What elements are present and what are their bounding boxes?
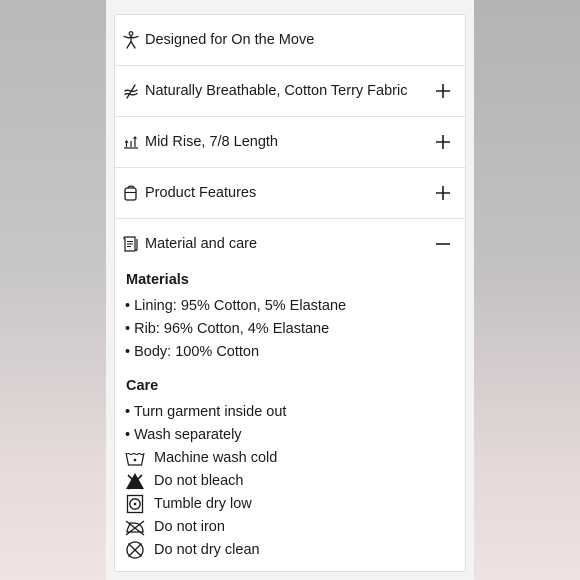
care-label-icon [123, 236, 138, 252]
rise-length-icon [124, 136, 138, 149]
accordion-item-label: Product Features [145, 185, 257, 201]
list-item: • Lining: 95% Cotton, 5% Elastane [125, 298, 347, 314]
list-item: • Turn garment inside out [125, 404, 287, 420]
list-item: • Body: 100% Cotton [125, 344, 260, 360]
care-heading: Care [126, 378, 159, 394]
accordion-item-breathable-fabric[interactable]: Naturally Breathable, Cotton Terry Fabri… [115, 66, 465, 117]
care-symbol-label: Do not iron [154, 519, 225, 535]
do-not-iron-icon [125, 520, 145, 536]
care-symbol-label: Tumble dry low [154, 496, 252, 512]
screen: Designed for On the Move Naturally Breat… [106, 0, 474, 580]
list-item: • Rib: 96% Cotton, 4% Elastane [125, 321, 330, 337]
expand-plus-icon[interactable] [435, 134, 451, 150]
accordion-item-label: Naturally Breathable, Cotton Terry Fabri… [145, 83, 408, 99]
accordion-item-product-features[interactable]: Product Features [115, 168, 465, 219]
person-move-icon [123, 31, 139, 49]
background-left [0, 0, 106, 580]
care-symbol-label: Do not dry clean [154, 542, 260, 558]
accordion-item-mid-rise[interactable]: Mid Rise, 7/8 Length [115, 117, 465, 168]
care-symbol-row: Do not bleach [125, 471, 425, 491]
machine-wash-cold-icon [125, 452, 145, 466]
accordion-item-label: Designed for On the Move [145, 32, 315, 48]
expand-plus-icon[interactable] [435, 185, 451, 201]
collapse-minus-icon[interactable] [435, 236, 451, 252]
tumble-dry-low-icon [126, 494, 144, 514]
background-right [474, 0, 580, 580]
care-symbol-row: Machine wash cold [125, 448, 425, 468]
care-symbol-label: Do not bleach [154, 473, 244, 489]
care-symbol-label: Machine wash cold [154, 450, 278, 466]
list-item: • Wash separately [125, 427, 242, 443]
accordion-item-designed-for-on-the-move[interactable]: Designed for On the Move [115, 15, 465, 66]
care-symbol-row: Tumble dry low [125, 494, 425, 514]
product-features-icon [124, 185, 137, 201]
breathable-fabric-icon [124, 84, 138, 99]
do-not-bleach-icon [126, 473, 144, 490]
materials-heading: Materials [126, 272, 189, 288]
care-symbol-row: Do not iron [125, 517, 425, 537]
accordion-item-material-and-care[interactable]: Material and care [115, 219, 465, 270]
care-symbol-row: Do not dry clean [125, 540, 425, 560]
accordion-item-label: Material and care [145, 236, 258, 252]
accordion-item-label: Mid Rise, 7/8 Length [145, 134, 278, 150]
product-details-accordion: Designed for On the Move Naturally Breat… [114, 14, 466, 572]
expand-plus-icon[interactable] [435, 83, 451, 99]
do-not-dry-clean-icon [126, 541, 144, 559]
